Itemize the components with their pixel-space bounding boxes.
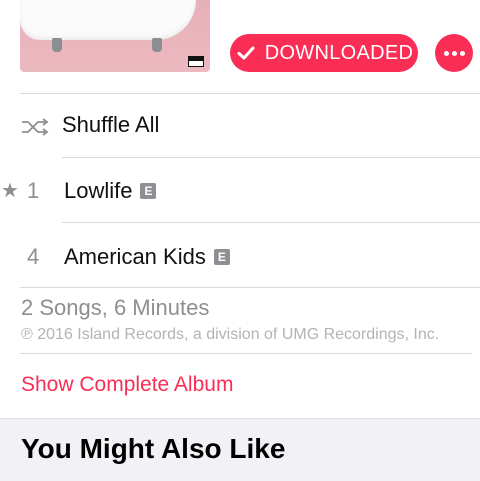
show-complete-album-link[interactable]: Show Complete Album xyxy=(21,373,233,397)
divider xyxy=(20,287,480,288)
explicit-badge: E xyxy=(140,183,157,199)
divider xyxy=(20,353,472,354)
downloaded-button[interactable]: DOWNLOADED xyxy=(230,34,418,72)
popular-star-icon: ★ xyxy=(1,180,19,202)
section-title: You Might Also Like xyxy=(21,433,286,464)
explicit-badge: E xyxy=(213,249,230,265)
track-number: 1 xyxy=(27,178,40,203)
recommendations-section: You Might Also Like xyxy=(0,418,480,481)
bathtub-image xyxy=(20,0,196,40)
album-artwork[interactable] xyxy=(20,0,210,72)
tub-leg xyxy=(52,38,62,52)
parental-advisory-icon xyxy=(188,56,204,67)
checkmark-icon xyxy=(235,42,257,64)
track-title: American Kids xyxy=(64,244,206,269)
album-summary: 2 Songs, 6 Minutes xyxy=(21,295,210,320)
track-row[interactable]: 4 American Kids E xyxy=(0,223,480,287)
track-row[interactable]: ★ 1 Lowlife E xyxy=(0,158,480,222)
ellipsis-icon xyxy=(443,50,449,56)
shuffle-all-button[interactable]: Shuffle All xyxy=(62,112,159,138)
downloaded-label: DOWNLOADED xyxy=(264,41,414,64)
shuffle-icon[interactable] xyxy=(21,118,49,136)
copyright-text: ℗ 2016 Island Records, a division of UMG… xyxy=(21,326,440,343)
more-options-button[interactable] xyxy=(435,34,473,72)
tub-leg xyxy=(152,38,162,52)
divider xyxy=(20,93,480,94)
track-title: Lowlife xyxy=(64,178,133,203)
track-number: 4 xyxy=(27,244,40,269)
